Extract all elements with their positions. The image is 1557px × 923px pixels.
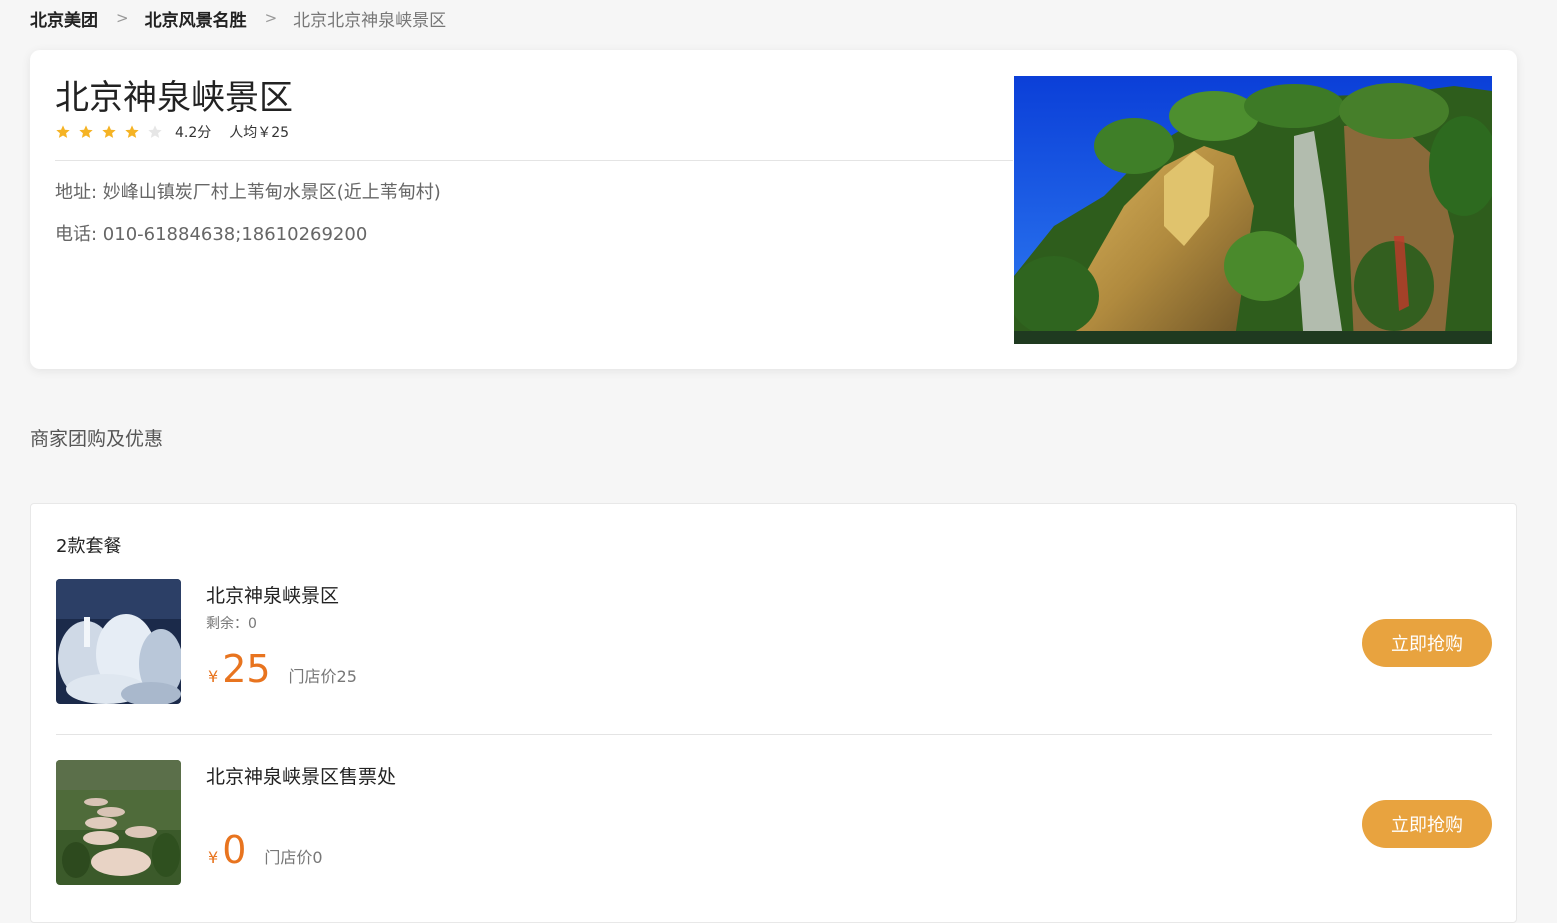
breadcrumb-separator: > [116, 9, 129, 27]
star-empty-icon [148, 125, 162, 138]
poi-header-card: 北京神泉峡景区 4.2分 人均￥25 地址: 妙峰山镇炭厂村上苇甸水景区(近上苇… [30, 50, 1517, 369]
breadcrumb-separator: > [264, 9, 278, 27]
currency-symbol: ¥ [208, 667, 219, 686]
deal-item: 北京神泉峡景区售票处 ¥ 0 门店价0 立即抢购 [56, 760, 1492, 885]
deals-count: 2款套餐 [56, 536, 122, 557]
deal-thumbnail[interactable] [56, 579, 181, 704]
deal-price-row: ¥ 25 门店价25 [208, 647, 357, 691]
star-filled-icon [79, 125, 93, 138]
breadcrumb-link-scenic-spots[interactable]: 北京风景名胜 [145, 6, 247, 31]
divider [56, 734, 1492, 735]
store-price: 门店价25 [288, 667, 357, 686]
breadcrumb-link-meituan-beijing[interactable]: 北京美团 [30, 6, 98, 31]
divider [55, 160, 1013, 161]
rating-score: 4.2分 [175, 125, 212, 141]
deals-card: 2款套餐 北京神泉峡景区 剩余：0 ¥ 25 门店价25 立即抢购 北京神泉峡景… [30, 503, 1517, 923]
deal-name[interactable]: 北京神泉峡景区 [206, 581, 339, 608]
poi-title: 北京神泉峡景区 [55, 78, 293, 118]
ice-formation-photo [56, 579, 181, 704]
deal-item: 北京神泉峡景区 剩余：0 ¥ 25 门店价25 立即抢购 [56, 579, 1492, 704]
deal-name[interactable]: 北京神泉峡景区售票处 [206, 762, 396, 789]
average-price: 人均￥25 [229, 125, 290, 141]
deal-price: 25 [222, 647, 271, 691]
currency-symbol: ¥ [208, 848, 219, 867]
section-title-deals: 商家团购及优惠 [30, 428, 164, 450]
deal-thumbnail[interactable] [56, 760, 181, 885]
star-rating [55, 124, 163, 140]
poi-cover-photo[interactable] [1014, 76, 1492, 344]
breadcrumb: 北京美团 > 北京风景名胜 > 北京北京神泉峡景区 [30, 6, 447, 31]
star-filled-icon [56, 125, 70, 138]
deal-remaining: 剩余：0 [206, 616, 257, 632]
stepping-stones-photo [56, 760, 181, 885]
star-filled-icon [125, 125, 139, 138]
deal-price: 0 [222, 828, 247, 872]
breadcrumb-current: 北京北京神泉峡景区 [293, 10, 447, 31]
store-price: 门店价0 [264, 848, 323, 867]
deal-price-row: ¥ 0 门店价0 [208, 828, 323, 872]
waterfall-cliff-photo [1014, 76, 1492, 344]
buy-now-button[interactable]: 立即抢购 [1362, 800, 1492, 848]
rating-row: 4.2分 人均￥25 [55, 122, 289, 142]
poi-phone: 电话: 010-61884638;18610269200 [55, 224, 368, 245]
buy-now-button[interactable]: 立即抢购 [1362, 619, 1492, 667]
star-filled-icon [102, 125, 116, 138]
poi-address: 地址: 妙峰山镇炭厂村上苇甸水景区(近上苇甸村) [55, 182, 441, 203]
